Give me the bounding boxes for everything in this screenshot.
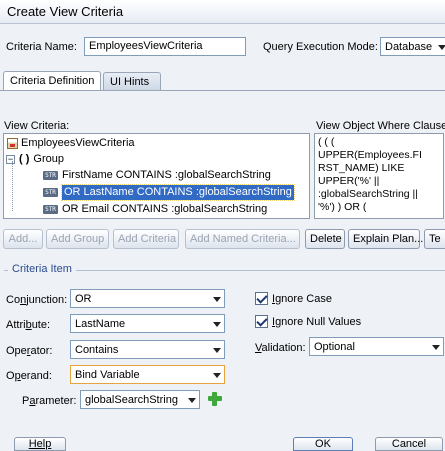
explain-plan-button[interactable]: Explain Plan... (348, 229, 423, 249)
conjunction-label: Conjunction: (6, 294, 68, 306)
criteria-item-title: Criteria Item (8, 263, 76, 275)
tree-item-firstname[interactable]: STR FirstName CONTAINS :globalSearchStrin… (43, 168, 271, 183)
dropdown-arrow-icon (438, 45, 445, 50)
operand-label: Operand: (6, 370, 52, 382)
tree-item-label-selected: OR LastName CONTAINS :globalSearchString (61, 184, 295, 201)
tree-item-email[interactable]: STR OR Email CONTAINS :globalSearchString (43, 202, 267, 217)
tree-root-label: EmployeesViewCriteria (21, 137, 135, 149)
tab-ui-hints[interactable]: UI Hints (103, 72, 161, 90)
where-clause-text[interactable]: ( ( ( UPPER(Employees.FI RST_NAME) LIKE … (314, 133, 444, 219)
string-attribute-icon: STR (43, 170, 58, 180)
criteria-name-input[interactable]: EmployeesViewCriteria (84, 37, 246, 56)
operator-value: Contains (75, 344, 119, 356)
add-button[interactable]: Add... (3, 229, 43, 249)
conjunction-select[interactable]: OR (70, 289, 225, 308)
validation-value: Optional (314, 341, 355, 353)
tree-group-label: Group (33, 153, 64, 165)
test-button[interactable]: Te (424, 229, 445, 249)
dropdown-arrow-icon (213, 373, 221, 378)
ignore-case-label: Ignore Case (272, 293, 332, 305)
operand-value: Bind Variable (75, 369, 140, 381)
query-mode-select[interactable]: Database (380, 37, 445, 56)
tree-item-label: OR Email CONTAINS :globalSearchString (62, 203, 268, 215)
help-button-label: Help (28, 438, 52, 450)
tree-item-lastname[interactable]: STR OR LastName CONTAINS :globalSearchStr… (43, 184, 295, 201)
cancel-button[interactable]: Cancel (375, 437, 443, 451)
dropdown-arrow-icon (432, 345, 440, 350)
string-attribute-icon: STR (43, 187, 58, 197)
tab-divider (0, 90, 445, 91)
operand-select[interactable]: Bind Variable (70, 365, 225, 384)
title-bar: Create View Criteria (0, 0, 445, 24)
operator-label: Operator: (6, 345, 53, 357)
tree-guide-line (12, 161, 13, 211)
collapse-icon[interactable]: − (6, 154, 15, 164)
sql-line-6: '%') ) OR ( (318, 201, 367, 213)
parameter-select[interactable]: globalSearchString (80, 390, 200, 409)
tree-group-node[interactable]: −( ) Group (6, 152, 64, 167)
where-clause-label: View Object Where Clause: (316, 120, 445, 132)
sql-line-4: UPPER('%' || (318, 175, 380, 187)
conjunction-value: OR (75, 293, 92, 305)
ignore-null-label: Ignore Null Values (272, 316, 362, 328)
view-criteria-tree[interactable]: EmployeesViewCriteria −( ) Group STR First… (3, 133, 310, 219)
add-group-button[interactable]: Add Group (46, 229, 109, 249)
view-criteria-label: View Criteria: (4, 120, 70, 132)
string-attribute-icon: STR (43, 204, 58, 214)
add-criteria-button[interactable]: Add Criteria (113, 229, 179, 249)
add-icon[interactable] (207, 391, 223, 407)
operator-select[interactable]: Contains (70, 340, 225, 359)
attribute-select[interactable]: LastName (70, 314, 225, 333)
delete-button[interactable]: Delete (305, 229, 345, 249)
sql-line-5: :globalSearchString || (318, 188, 419, 200)
dropdown-arrow-icon (213, 297, 221, 302)
view-criteria-icon (7, 137, 18, 149)
dropdown-arrow-icon (213, 348, 221, 353)
tab-criteria-definition[interactable]: Criteria Definition (3, 71, 101, 91)
validation-select[interactable]: Optional (309, 337, 444, 356)
ignore-null-checkbox[interactable] (255, 315, 268, 328)
criteria-name-label: Criteria Name: (6, 41, 77, 53)
query-mode-value: Database (385, 41, 433, 53)
ignore-case-checkbox[interactable] (255, 292, 268, 305)
window-title: Create View Criteria (7, 4, 124, 19)
attribute-value: LastName (75, 318, 126, 330)
tree-item-label: FirstName CONTAINS :globalSearchString (62, 169, 271, 181)
help-button[interactable]: Help (14, 437, 66, 451)
sql-line-3: RST_NAME) LIKE (318, 162, 405, 174)
dropdown-arrow-icon (188, 398, 196, 403)
query-mode-label: Query Execution Mode: (263, 41, 378, 53)
sql-line-1: ( ( ( (318, 136, 335, 148)
parameter-value: globalSearchString (85, 394, 178, 406)
parameter-label: Parameter: (22, 395, 77, 407)
tree-root-node[interactable]: EmployeesViewCriteria (7, 136, 135, 151)
group-icon: ( ) (19, 153, 30, 165)
attribute-label: Attribute: (6, 319, 51, 331)
dropdown-arrow-icon (213, 322, 221, 327)
sql-line-2: UPPER(Employees.FI (318, 149, 422, 161)
add-named-criteria-button[interactable]: Add Named Criteria... (185, 229, 300, 249)
validation-label: Validation: (255, 342, 306, 354)
ok-button[interactable]: OK (293, 437, 353, 451)
